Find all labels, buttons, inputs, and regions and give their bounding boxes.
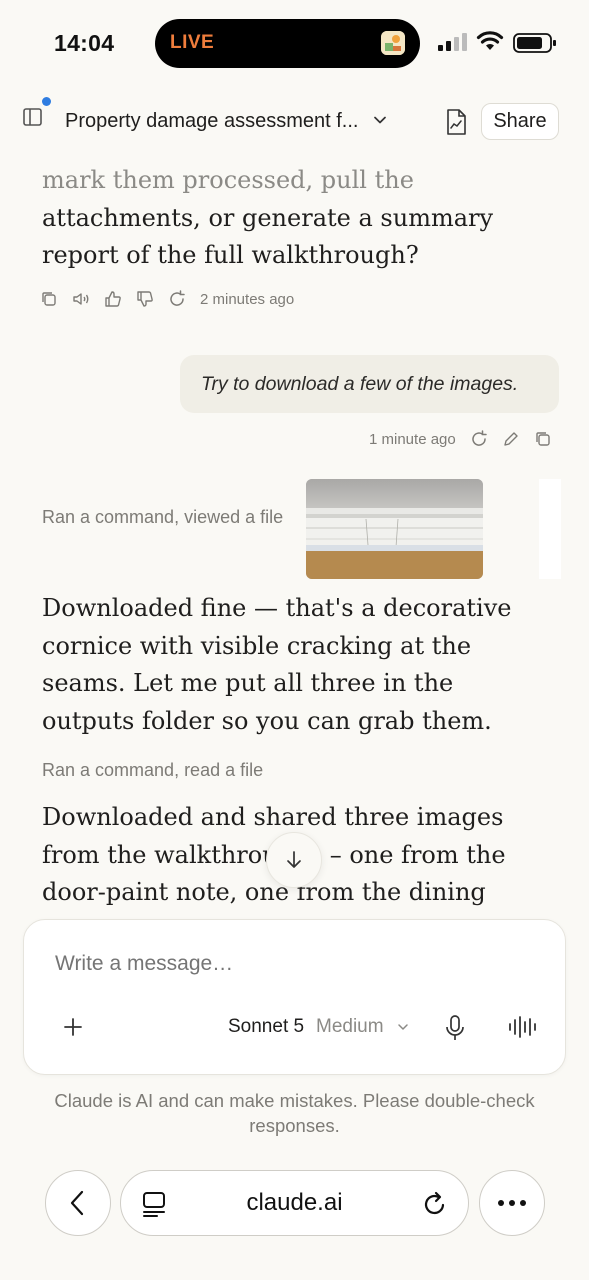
thumbs-down-icon[interactable] — [136, 290, 154, 308]
message-input[interactable] — [55, 952, 535, 976]
message-text: attachments, or generate a summary repor… — [42, 203, 494, 270]
faded-text: mark them processed, pull the — [42, 166, 414, 194]
tool-use-summary[interactable]: Ran a command, read a file — [42, 757, 442, 783]
model-mode-selector[interactable]: Medium — [316, 1016, 384, 1038]
chevron-left-icon — [70, 1190, 84, 1216]
notification-dot — [42, 97, 51, 106]
image-thumbnail[interactable] — [306, 479, 483, 579]
timestamp: 2 minutes ago — [200, 290, 295, 308]
voice-waveform-icon[interactable] — [507, 1015, 537, 1039]
paragraph-line: door-paint note, one from the dining — [42, 878, 486, 906]
speaker-icon[interactable] — [72, 290, 90, 308]
tool-use-summary[interactable]: Ran a command, viewed a file — [42, 504, 292, 530]
paragraph-line: from the walkthrou — [42, 840, 278, 869]
user-message: Try to download a few of the images. — [180, 355, 559, 413]
clock: 14:04 — [54, 30, 115, 56]
scroll-to-bottom-button[interactable] — [266, 832, 322, 888]
battery-icon — [513, 33, 556, 53]
cellular-signal-icon — [438, 33, 467, 51]
thumbs-up-icon[interactable] — [104, 290, 122, 308]
assistant-message-previous: mark them processed, pull the attachment… — [42, 162, 547, 275]
more-options-button[interactable] — [479, 1170, 545, 1236]
copy-icon[interactable] — [40, 290, 58, 308]
paragraph-line: – one from the — [329, 840, 506, 869]
timestamp: 1 minute ago — [369, 430, 456, 448]
paragraph-line: Downloaded and shared three images — [42, 803, 504, 831]
assistant-message-paragraph: Downloaded fine — that's a decorative co… — [42, 594, 512, 735]
reload-icon[interactable] — [422, 1190, 448, 1218]
retry-icon[interactable] — [470, 430, 488, 448]
sidebar-icon[interactable] — [22, 106, 46, 128]
url-text: claude.ai — [246, 1189, 343, 1216]
document-chart-icon[interactable] — [443, 108, 469, 136]
copy-icon[interactable] — [534, 430, 552, 448]
chevron-down-icon[interactable] — [372, 112, 388, 128]
share-button[interactable]: Share — [481, 103, 559, 140]
chevron-down-icon[interactable] — [396, 1020, 410, 1034]
assistant-actions: 2 minutes ago — [40, 290, 294, 308]
live-app-icon — [381, 31, 405, 55]
message-composer: Sonnet 5 Medium — [23, 919, 566, 1075]
conversation-header: Property damage assessment f... Share — [0, 96, 589, 148]
user-message-text: Try to download a few of the images. — [201, 372, 519, 395]
disclaimer: Claude is AI and can make mistakes. Plea… — [54, 1090, 535, 1136]
live-indicator: LIVE — [170, 32, 215, 53]
dynamic-island[interactable]: LIVE — [155, 19, 420, 68]
arrow-down-icon — [287, 851, 301, 868]
address-bar[interactable]: claude.ai — [120, 1170, 469, 1236]
pencil-icon[interactable] — [502, 430, 520, 448]
microphone-icon[interactable] — [444, 1014, 466, 1042]
retry-icon[interactable] — [168, 290, 186, 308]
back-button[interactable] — [45, 1170, 111, 1236]
wifi-icon — [476, 31, 504, 50]
plus-icon[interactable] — [62, 1016, 84, 1038]
user-message-actions: 1 minute ago — [369, 430, 552, 448]
model-selector[interactable]: Sonnet 5 — [228, 1016, 304, 1038]
image-thumbnail[interactable] — [539, 479, 561, 579]
conversation-title[interactable]: Property damage assessment f... — [65, 110, 358, 133]
ellipsis-icon — [498, 1200, 526, 1206]
status-bar: 14:04 LIVE — [0, 0, 589, 88]
